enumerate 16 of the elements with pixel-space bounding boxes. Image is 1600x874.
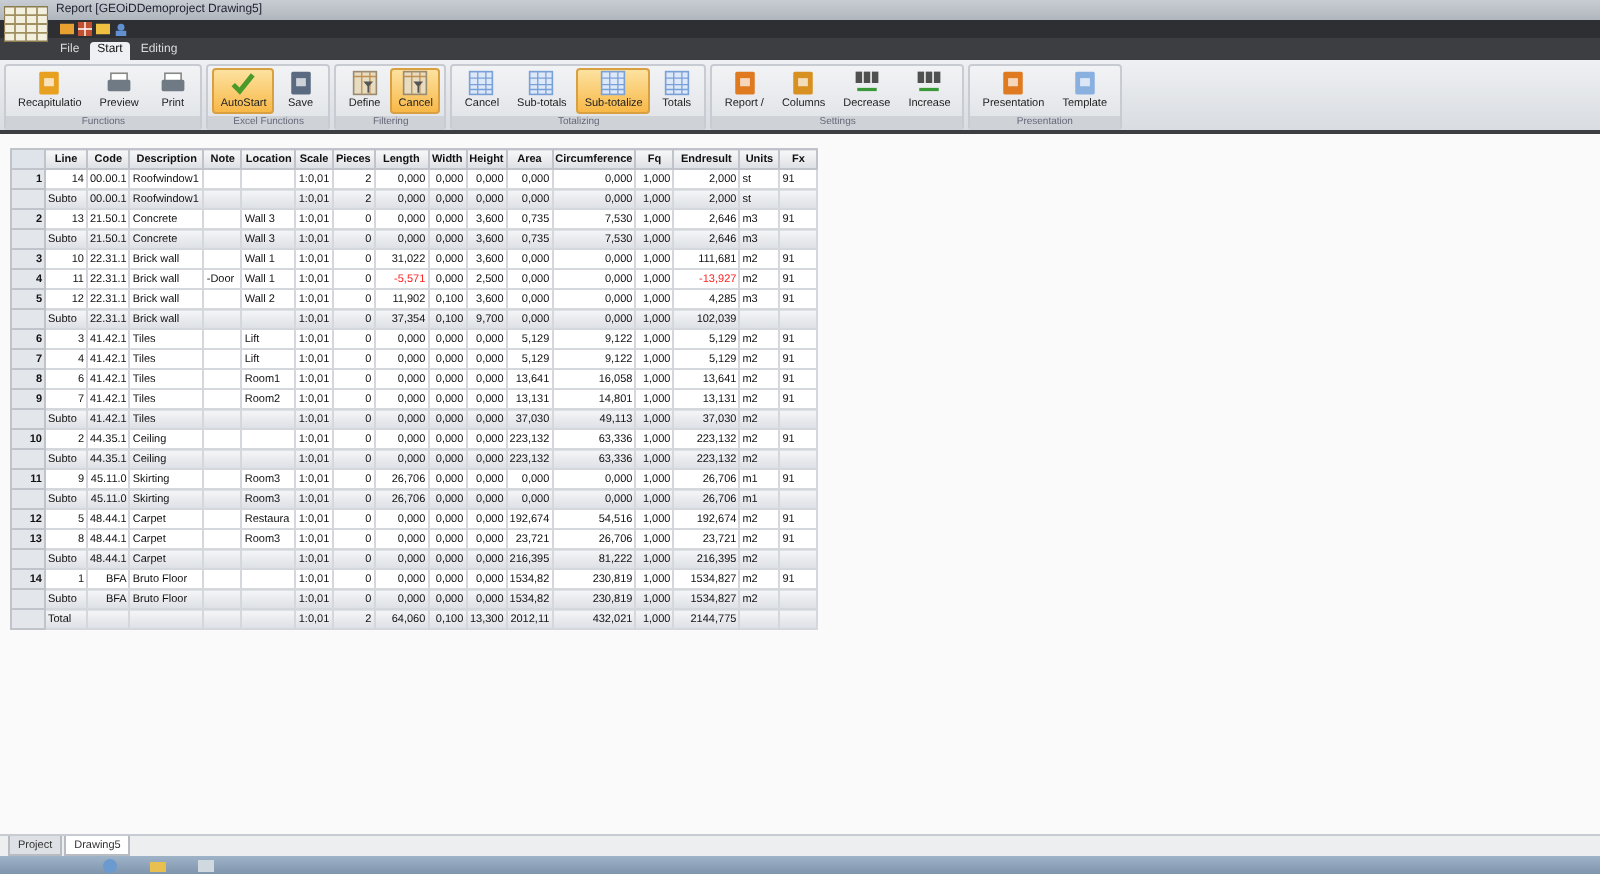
funnel-icon xyxy=(402,70,429,96)
funnel-icon xyxy=(351,70,378,96)
columns-icon xyxy=(853,70,880,96)
check-icon xyxy=(230,70,257,96)
printer-icon xyxy=(106,70,133,96)
window-icon[interactable] xyxy=(196,857,216,873)
grid-icon[interactable] xyxy=(78,22,92,36)
table-icon xyxy=(600,70,627,96)
printer-icon xyxy=(159,70,186,96)
table-icon xyxy=(663,70,690,96)
table-icon[interactable] xyxy=(4,6,48,42)
table-icon xyxy=(468,70,495,96)
table-icon xyxy=(528,70,555,96)
columns-icon xyxy=(916,70,943,96)
start-orb-icon[interactable] xyxy=(100,857,120,873)
person-icon[interactable] xyxy=(114,22,128,36)
